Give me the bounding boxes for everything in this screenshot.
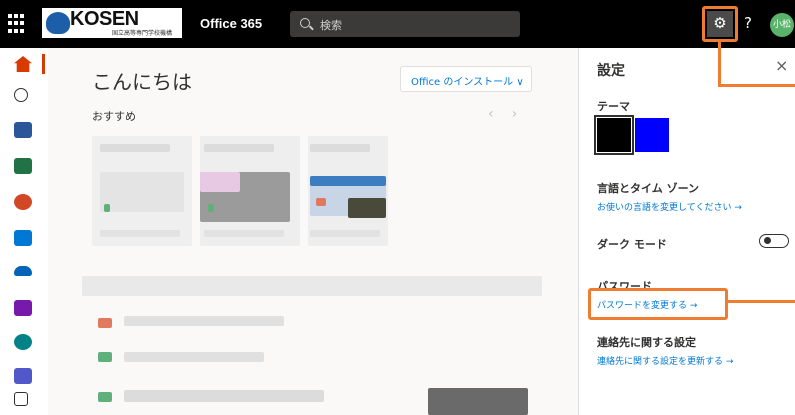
language-heading: 言語とタイム ゾーン xyxy=(597,182,700,195)
active-indicator xyxy=(42,54,45,74)
onenote-icon[interactable] xyxy=(14,300,32,316)
carousel-arrows: ‹› xyxy=(488,106,535,122)
greeting: こんにちは xyxy=(92,70,192,94)
all-apps-icon[interactable] xyxy=(14,392,28,406)
contact-heading: 連絡先に関する設定 xyxy=(597,336,696,349)
top-bar: KOSEN 国立高等専門学校機構 Office 365 検索 ⚙ ? 小松 xyxy=(0,0,795,48)
card-caption xyxy=(100,230,180,237)
excel-icon[interactable] xyxy=(14,158,32,174)
search-box[interactable]: 検索 xyxy=(290,11,520,37)
card-title xyxy=(310,144,370,152)
create-icon[interactable] xyxy=(14,88,28,102)
app-launcher-icon[interactable] xyxy=(8,14,28,34)
file-row-thumb xyxy=(428,388,528,415)
sharepoint-icon[interactable] xyxy=(14,334,32,350)
filter-bar[interactable] xyxy=(82,276,542,296)
file-row[interactable] xyxy=(124,390,324,402)
card-badge xyxy=(208,204,214,212)
change-language-link[interactable]: お使いの言語を変更してください → xyxy=(597,200,742,213)
settings-panel: 設定 × テーマ 言語とタイム ゾーン お使いの言語を変更してください → ダー… xyxy=(578,48,795,415)
card-badge xyxy=(104,204,110,212)
theme-swatch-blue[interactable] xyxy=(635,118,669,152)
app-rail xyxy=(0,48,48,415)
avatar[interactable]: 小松 xyxy=(770,13,794,37)
card-thumbnail-accent xyxy=(348,198,386,218)
card-title xyxy=(204,144,274,152)
next-arrow-icon[interactable]: › xyxy=(512,106,536,122)
settings-callout xyxy=(702,6,738,42)
file-row-icon xyxy=(98,318,112,328)
file-row[interactable] xyxy=(124,316,284,326)
password-callout-line xyxy=(728,300,795,303)
theme-heading: テーマ xyxy=(597,100,630,113)
kosen-logo[interactable]: KOSEN 国立高等専門学校機構 xyxy=(42,8,182,38)
card-badge xyxy=(316,198,326,206)
kosen-logo-mark xyxy=(46,12,70,34)
card-thumbnail xyxy=(100,172,184,212)
search-icon xyxy=(300,18,310,28)
powerpoint-icon[interactable] xyxy=(14,194,32,210)
app-name[interactable]: Office 365 xyxy=(200,16,262,31)
help-button[interactable]: ? xyxy=(744,14,752,32)
settings-title: 設定 xyxy=(597,63,625,79)
theme-swatch-black[interactable] xyxy=(594,115,634,155)
word-icon[interactable] xyxy=(14,122,32,138)
install-office-button[interactable]: Office のインストール ∨ xyxy=(400,66,532,92)
logo-subtitle: 国立高等専門学校機構 xyxy=(112,30,173,37)
dark-mode-label: ダーク モード xyxy=(597,238,667,251)
card-caption xyxy=(204,230,284,237)
close-icon[interactable]: × xyxy=(775,56,788,75)
settings-callout-line xyxy=(718,42,721,86)
onedrive-icon[interactable] xyxy=(14,266,32,276)
recommended-heading: おすすめ xyxy=(92,110,136,123)
password-callout xyxy=(588,288,728,320)
teams-icon[interactable] xyxy=(14,368,32,384)
dark-mode-toggle[interactable] xyxy=(759,234,789,248)
main-content: こんにちは Office のインストール ∨ おすすめ ‹› xyxy=(48,48,578,415)
outlook-icon[interactable] xyxy=(14,230,32,246)
file-row-icon xyxy=(98,392,112,402)
file-row[interactable] xyxy=(124,352,264,362)
card-title xyxy=(100,144,170,152)
prev-arrow-icon[interactable]: ‹ xyxy=(488,106,512,122)
contact-settings-link[interactable]: 連絡先に関する設定を更新する → xyxy=(597,354,733,367)
card-caption xyxy=(310,230,380,237)
home-icon[interactable] xyxy=(14,56,32,72)
file-row-icon xyxy=(98,352,112,362)
search-placeholder: 検索 xyxy=(320,19,342,32)
card-thumbnail-accent xyxy=(200,172,240,192)
settings-callout-line xyxy=(718,84,795,87)
card-thumbnail-accent xyxy=(310,176,386,186)
